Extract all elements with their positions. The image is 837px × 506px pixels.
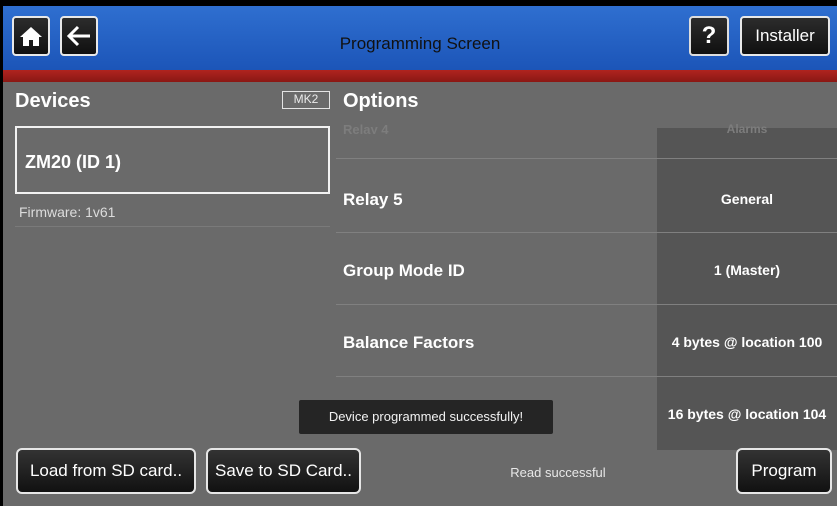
device-firmware: Firmware: 1v61 — [19, 204, 116, 220]
option-value[interactable]: Alarms — [657, 122, 837, 133]
status-text: Read successful — [510, 465, 606, 480]
device-name: ZM20 (ID 1) — [25, 152, 122, 172]
option-divider — [336, 304, 837, 305]
option-label[interactable]: Relay 4 — [343, 122, 389, 134]
load-from-sd-button[interactable]: Load from SD card.. — [16, 448, 196, 494]
option-value[interactable]: 4 bytes @ location 100 — [657, 334, 837, 350]
help-icon: ? — [701, 22, 717, 49]
device-frame: Programming Screen ? Installer Devices M… — [0, 0, 837, 506]
option-value[interactable]: 1 (Master) — [657, 262, 837, 278]
toast-message: Device programmed successfully! — [299, 400, 553, 434]
options-value-column — [657, 128, 837, 450]
option-label[interactable]: Balance Factors — [343, 333, 474, 353]
programming-screen: Programming Screen ? Installer Devices M… — [3, 6, 837, 506]
option-divider — [336, 158, 837, 159]
option-divider — [336, 232, 837, 233]
installer-button[interactable]: Installer — [740, 16, 830, 56]
device-card[interactable]: ZM20 (ID 1) — [15, 126, 330, 194]
header-stripe — [3, 70, 837, 82]
option-divider — [336, 376, 837, 377]
option-label[interactable]: Group Mode ID — [343, 261, 465, 281]
mk2-badge: MK2 — [282, 91, 330, 109]
help-button[interactable]: ? — [689, 16, 729, 56]
device-divider — [15, 226, 330, 227]
option-value[interactable]: General — [657, 191, 837, 207]
option-label[interactable]: Relay 5 — [343, 190, 403, 210]
option-value[interactable]: 16 bytes @ location 104 — [657, 406, 837, 422]
save-to-sd-button[interactable]: Save to SD Card.. — [206, 448, 361, 494]
program-button[interactable]: Program — [736, 448, 832, 494]
devices-title: Devices — [15, 90, 91, 112]
options-title: Options — [343, 90, 419, 112]
